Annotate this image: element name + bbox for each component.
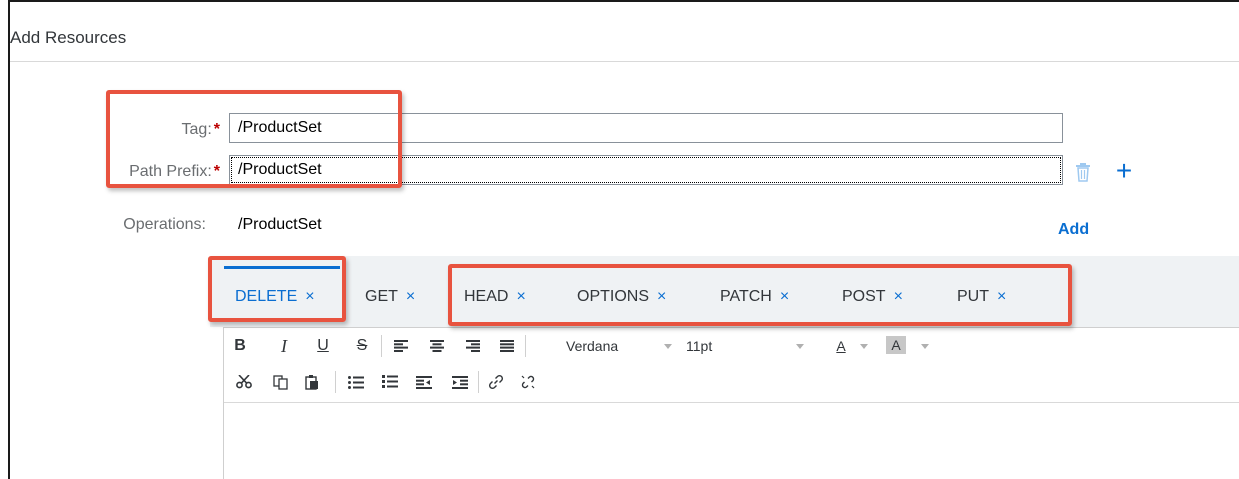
toolbar-separator <box>478 371 479 393</box>
tab-label: OPTIONS <box>577 288 650 305</box>
close-icon[interactable]: × <box>894 288 903 305</box>
operations-label: Operations: <box>123 216 206 233</box>
toolbar-row-1: B I U S Verdana 11pt A A <box>224 330 1239 360</box>
copy-icon[interactable] <box>271 372 291 392</box>
path-prefix-input[interactable]: /ProductSet <box>229 155 1063 185</box>
close-icon[interactable]: × <box>305 288 314 305</box>
font-family-select[interactable]: Verdana <box>566 336 626 356</box>
close-icon[interactable]: × <box>406 288 415 305</box>
path-prefix-label: Path Prefix: * <box>100 163 220 181</box>
bullet-list-icon[interactable] <box>346 372 366 392</box>
tab-label: DELETE <box>235 288 298 305</box>
tag-label: Tag: * <box>120 121 220 139</box>
required-mark: * <box>213 121 220 138</box>
outdent-icon[interactable] <box>414 372 434 392</box>
toolbar-separator <box>381 335 382 357</box>
tab-head[interactable]: HEAD × <box>464 288 526 308</box>
plus-icon[interactable]: + <box>1112 155 1136 186</box>
align-left-icon[interactable] <box>391 336 411 356</box>
align-right-icon[interactable] <box>463 336 483 356</box>
bg-color-button[interactable]: A <box>886 336 906 354</box>
align-center-icon[interactable] <box>427 336 447 356</box>
path-prefix-label-text: Path Prefix: <box>129 163 212 180</box>
tab-label: HEAD <box>464 288 509 305</box>
toolbar-divider <box>224 402 1239 403</box>
strikethrough-button[interactable]: S <box>352 336 372 356</box>
align-justify-icon[interactable] <box>497 336 517 356</box>
font-size-select[interactable]: 11pt <box>686 336 726 356</box>
toolbar-separator <box>335 371 336 393</box>
operations-value: /ProductSet <box>238 216 322 233</box>
tab-options[interactable]: OPTIONS × <box>577 288 666 308</box>
tab-patch[interactable]: PATCH × <box>720 288 789 308</box>
tab-delete[interactable]: DELETE × <box>235 288 315 308</box>
operation-tabbar: DELETE × GET × HEAD × OPTIONS × PATCH × POST ×… <box>210 256 1239 327</box>
numbered-list-icon[interactable] <box>380 372 400 392</box>
toolbar-row-2 <box>224 366 1239 396</box>
cut-icon[interactable] <box>234 372 254 392</box>
bold-button[interactable]: B <box>230 336 250 356</box>
tab-label: PUT <box>957 288 989 305</box>
chevron-down-icon[interactable] <box>921 344 929 349</box>
dialog-title: Add Resources <box>10 28 127 47</box>
toolbar-separator <box>525 335 526 357</box>
rich-text-editor[interactable]: B I U S Verdana 11pt A A <box>223 327 1239 479</box>
trash-icon[interactable] <box>1072 160 1094 184</box>
close-icon[interactable]: × <box>997 288 1006 305</box>
dialog-header: Add Resources <box>10 2 1239 62</box>
link-icon[interactable] <box>486 372 506 392</box>
close-icon[interactable]: × <box>780 288 789 305</box>
underline-button[interactable]: U <box>313 336 333 356</box>
text-color-button[interactable]: A <box>832 336 850 356</box>
tab-get[interactable]: GET × <box>365 288 415 308</box>
required-mark: * <box>213 163 220 180</box>
indent-icon[interactable] <box>450 372 470 392</box>
chevron-down-icon[interactable] <box>796 344 804 349</box>
tab-post[interactable]: POST × <box>842 288 903 308</box>
tag-label-text: Tag: <box>181 121 212 138</box>
close-icon[interactable]: × <box>657 288 666 305</box>
paste-icon[interactable] <box>302 372 322 392</box>
unlink-icon[interactable] <box>518 372 538 392</box>
chevron-down-icon[interactable] <box>860 344 868 349</box>
tab-label: GET <box>365 288 398 305</box>
tab-put[interactable]: PUT × <box>957 288 1006 308</box>
active-tab-indicator <box>224 266 340 269</box>
tab-label: PATCH <box>720 288 772 305</box>
tab-label: POST <box>842 288 886 305</box>
italic-button[interactable]: I <box>274 336 294 356</box>
chevron-down-icon[interactable] <box>664 344 672 349</box>
tag-input[interactable]: /ProductSet <box>229 113 1063 143</box>
close-icon[interactable]: × <box>516 288 525 305</box>
add-link[interactable]: Add <box>1058 221 1089 239</box>
